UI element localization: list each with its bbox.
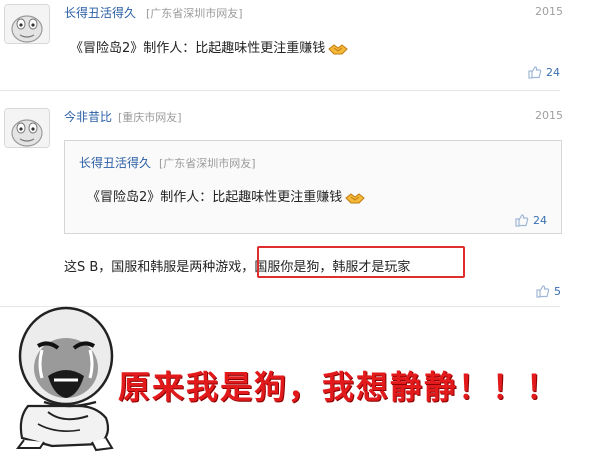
like-count: 5 [554,284,561,298]
quote-text: 《冒险岛2》制作人：比起趣味性更注重赚钱 [87,186,366,205]
quote-location: [广东省深圳市网友] [159,157,256,170]
crying-meme-face-icon [16,306,114,452]
like-count: 24 [546,65,560,79]
handshake-emoji-icon [328,43,349,54]
comment-location: [广东省深圳市网友] [146,7,243,20]
meme-caption: 原来我是狗，我想静静！！！ [118,368,561,406]
comment-username[interactable]: 长得丑活得久 [64,4,136,21]
like-button[interactable]: 24 [515,213,547,227]
default-avatar-icon [5,5,49,43]
quote-username[interactable]: 长得丑活得久 [79,154,151,171]
comment-divider [0,90,560,91]
highlight-box [257,246,465,278]
handshake-emoji-icon [345,192,366,203]
comment-date: 2015 [535,5,563,18]
thumbs-up-icon [536,285,550,298]
thumbs-up-icon [528,66,542,79]
comment-date: 2015 [535,109,563,122]
avatar[interactable] [4,4,50,44]
comment-text-content: 《冒险岛2》制作人：比起趣味性更注重赚钱 [70,41,326,56]
like-count: 24 [533,213,547,227]
comment-text: 《冒险岛2》制作人：比起趣味性更注重赚钱 [70,37,349,56]
default-avatar-icon [5,109,49,147]
like-button[interactable]: 24 [528,65,560,79]
quote-text-content: 《冒险岛2》制作人：比起趣味性更注重赚钱 [87,190,343,205]
comment-username[interactable]: 今非昔比 [64,108,112,125]
thumbs-up-icon [515,214,529,227]
comment-location: [重庆市网友] [118,111,182,124]
comment-text-part: 这S B，国服和韩服是两种游戏， [64,260,255,275]
quoted-comment: 长得丑活得久 [广东省深圳市网友] 《冒险岛2》制作人：比起趣味性更注重赚钱 2… [64,140,562,234]
like-button[interactable]: 5 [536,284,561,298]
avatar[interactable] [4,108,50,148]
